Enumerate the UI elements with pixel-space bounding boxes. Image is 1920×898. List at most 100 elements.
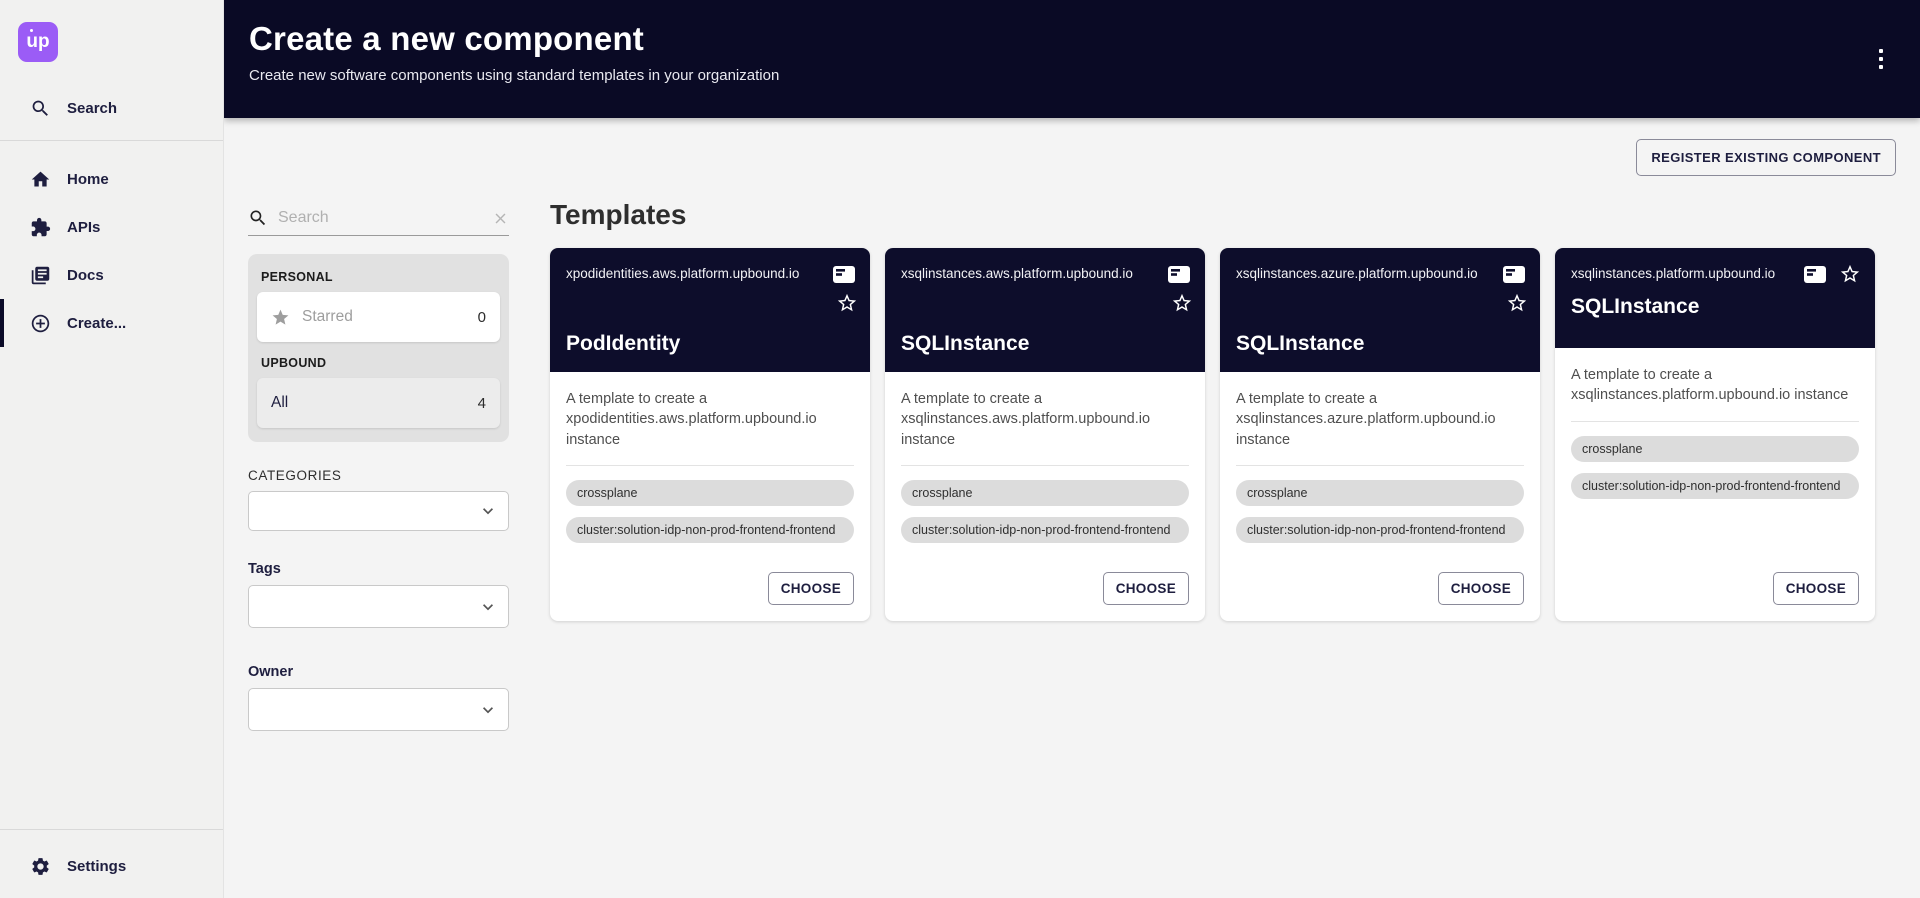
logo-text: up — [26, 31, 49, 53]
tag-chip: crossplane — [1236, 480, 1524, 506]
card-header: xsqlinstances.platform.upbound.io SQLIns… — [1555, 248, 1875, 348]
upbound-section-label: UPBOUND — [261, 356, 500, 370]
sidebar-apis-label: APIs — [67, 219, 100, 236]
card-divider — [1571, 421, 1859, 422]
template-description: A template to create a xsqlinstances.aws… — [901, 389, 1189, 450]
star-icon — [271, 308, 290, 327]
sidebar-settings-label: Settings — [67, 858, 126, 875]
template-card: xsqlinstances.aws.platform.upbound.io SQ… — [885, 248, 1205, 621]
card-divider — [901, 465, 1189, 466]
personal-section-label: PERSONAL — [261, 270, 500, 284]
clear-search-icon[interactable] — [492, 210, 509, 227]
docs-icon — [30, 265, 51, 286]
tag-chip: crossplane — [1571, 436, 1859, 462]
home-icon — [30, 169, 51, 190]
template-cards: xpodidentities.aws.platform.upbound.io P… — [550, 248, 1896, 621]
template-badge-icon — [1167, 265, 1191, 284]
template-title: SQLInstance — [1236, 332, 1364, 356]
star-outline-icon[interactable] — [1839, 263, 1861, 285]
card-header: xsqlinstances.azure.platform.upbound.io … — [1220, 248, 1540, 372]
page-subtitle: Create new software components using sta… — [249, 67, 1920, 84]
card-header: xsqlinstances.aws.platform.upbound.io SQ… — [885, 248, 1205, 372]
sidebar-create-label: Create... — [67, 315, 126, 332]
sidebar-item-settings[interactable]: Settings — [0, 840, 223, 892]
chevron-down-icon — [478, 597, 498, 617]
choose-button[interactable]: CHOOSE — [1438, 572, 1524, 605]
logo-dot — [30, 29, 33, 32]
all-count: 4 — [478, 395, 486, 412]
template-description: A template to create a xpodidentities.aw… — [566, 389, 854, 450]
template-name: xsqlinstances.aws.platform.upbound.io — [901, 265, 1133, 283]
categories-label: CATEGORIES — [248, 468, 509, 483]
star-outline-icon[interactable] — [1506, 292, 1528, 314]
choose-button[interactable]: CHOOSE — [1103, 572, 1189, 605]
template-name: xsqlinstances.platform.upbound.io — [1571, 265, 1775, 283]
tag-chip: crossplane — [901, 480, 1189, 506]
sidebar-item-docs[interactable]: Docs — [0, 251, 223, 299]
tags-label: Tags — [248, 561, 509, 577]
facet-panel: PERSONAL Starred 0 UPBOUND All 4 — [248, 254, 509, 442]
sidebar-item-home[interactable]: Home — [0, 155, 223, 203]
register-existing-component-button[interactable]: REGISTER EXISTING COMPONENT — [1636, 139, 1896, 176]
all-label: All — [271, 394, 288, 412]
tag-chip: cluster:solution-idp-non-prod-frontend-f… — [566, 517, 854, 543]
page-title: Create a new component — [249, 20, 1920, 58]
tag-chip: crossplane — [566, 480, 854, 506]
owner-label: Owner — [248, 664, 509, 680]
create-icon — [30, 313, 51, 334]
categories-filter: CATEGORIES — [248, 468, 509, 531]
template-badge-icon — [1502, 265, 1526, 284]
tag-chip: cluster:solution-idp-non-prod-frontend-f… — [1236, 517, 1524, 543]
template-name: xsqlinstances.azure.platform.upbound.io — [1236, 265, 1478, 283]
card-body: A template to create a xsqlinstances.pla… — [1555, 348, 1875, 621]
sidebar-item-create[interactable]: Create... — [0, 299, 223, 347]
gear-icon — [30, 856, 51, 877]
puzzle-icon — [30, 217, 51, 238]
chevron-down-icon — [478, 700, 498, 720]
sidebar-divider-top — [0, 140, 223, 141]
starred-count: 0 — [478, 309, 486, 326]
template-badge-icon — [1803, 265, 1827, 284]
choose-button[interactable]: CHOOSE — [1773, 572, 1859, 605]
star-outline-icon[interactable] — [1171, 292, 1193, 314]
template-title: SQLInstance — [901, 332, 1029, 356]
card-divider — [566, 465, 854, 466]
sidebar-docs-label: Docs — [67, 267, 104, 284]
card-body: A template to create a xsqlinstances.azu… — [1220, 372, 1540, 621]
template-search-input[interactable] — [278, 209, 492, 227]
main-content: PERSONAL Starred 0 UPBOUND All 4 CATEGOR… — [224, 118, 1920, 898]
template-description: A template to create a xsqlinstances.azu… — [1236, 389, 1524, 450]
kebab-menu-icon[interactable] — [1868, 44, 1894, 74]
template-card: xsqlinstances.platform.upbound.io SQLIns… — [1555, 248, 1875, 621]
owner-filter: Owner — [248, 664, 509, 731]
card-body: A template to create a xsqlinstances.aws… — [885, 372, 1205, 621]
template-name: xpodidentities.aws.platform.upbound.io — [566, 265, 799, 283]
page-header: Create a new component Create new softwa… — [224, 0, 1920, 118]
template-title: SQLInstance — [1571, 295, 1861, 319]
template-badge-icon — [832, 265, 856, 284]
sidebar-home-label: Home — [67, 171, 109, 188]
card-divider — [1236, 465, 1524, 466]
sidebar-item-search[interactable]: Search — [0, 86, 223, 130]
owner-select[interactable] — [248, 688, 509, 731]
sidebar: up Search Home APIs Docs Create... Setti… — [0, 0, 224, 898]
sidebar-divider-bottom — [0, 829, 223, 830]
sidebar-item-apis[interactable]: APIs — [0, 203, 223, 251]
categories-select[interactable] — [248, 491, 509, 531]
search-icon — [30, 98, 51, 119]
card-body: A template to create a xpodidentities.aw… — [550, 372, 870, 621]
chevron-down-icon — [478, 501, 498, 521]
star-outline-icon[interactable] — [836, 292, 858, 314]
tag-chip: cluster:solution-idp-non-prod-frontend-f… — [901, 517, 1189, 543]
choose-button[interactable]: CHOOSE — [768, 572, 854, 605]
search-icon — [248, 208, 268, 228]
tags-select[interactable] — [248, 585, 509, 628]
template-search — [248, 208, 509, 236]
facet-all[interactable]: All 4 — [257, 378, 500, 428]
facet-starred[interactable]: Starred 0 — [257, 292, 500, 342]
upbound-logo[interactable]: up — [18, 22, 58, 62]
filter-panel: PERSONAL Starred 0 UPBOUND All 4 CATEGOR… — [248, 208, 509, 898]
card-header: xpodidentities.aws.platform.upbound.io P… — [550, 248, 870, 372]
template-card: xsqlinstances.azure.platform.upbound.io … — [1220, 248, 1540, 621]
tag-chip: cluster:solution-idp-non-prod-frontend-f… — [1571, 473, 1859, 499]
